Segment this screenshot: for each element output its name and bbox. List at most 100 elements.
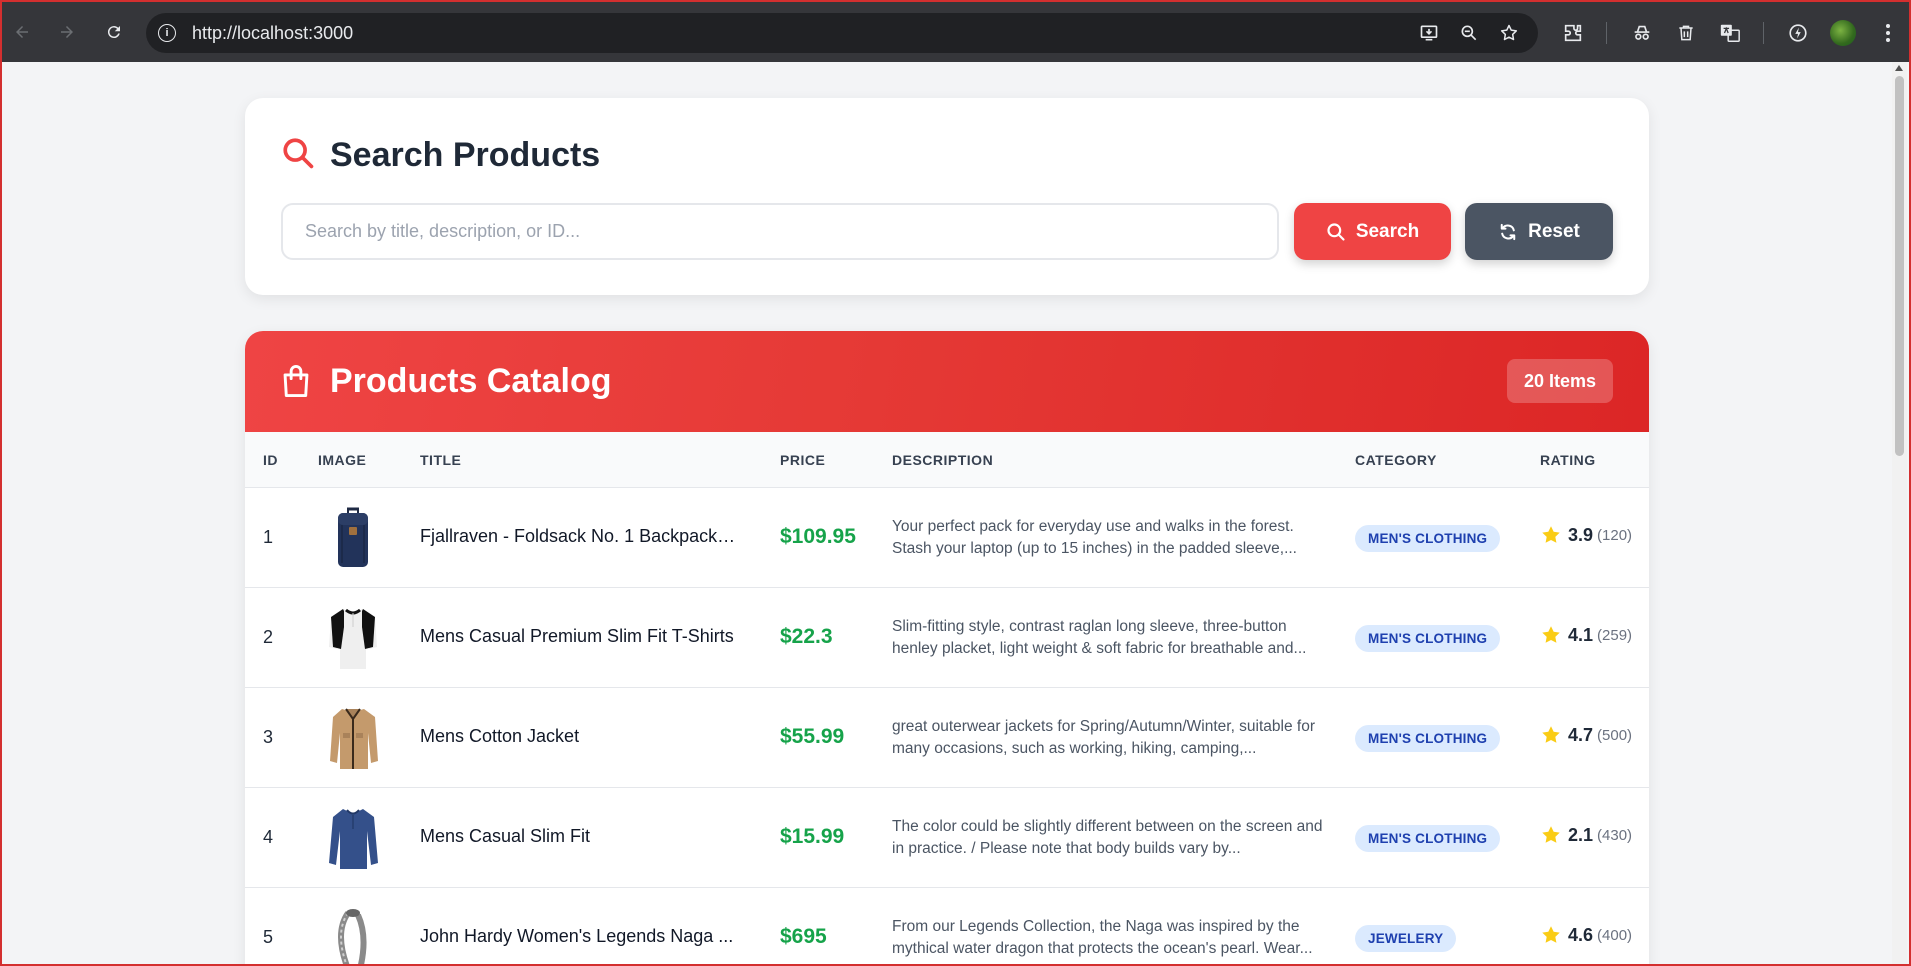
scroll-up-arrow[interactable]: [1895, 65, 1903, 71]
product-price: $695: [780, 925, 827, 948]
star-icon: [1542, 626, 1560, 643]
catalog-header: Products Catalog 20 Items: [245, 331, 1649, 432]
product-id: 1: [263, 527, 274, 547]
bracelet-image: [338, 909, 367, 964]
product-image[interactable]: [318, 603, 388, 673]
star-icon: [1542, 526, 1560, 543]
shopping-bag-icon: [283, 365, 309, 398]
product-title[interactable]: Fjallraven - Foldsack No. 1 Backpack, ..…: [420, 526, 740, 547]
table-row[interactable]: 4 Mens Casual Slim Fit $15.99 The color …: [245, 788, 1649, 888]
product-description: From our Legends Collection, the Naga wa…: [892, 918, 1313, 957]
browser-toolbar: i http://localhost:3000: [2, 0, 1909, 62]
product-title[interactable]: Mens Casual Slim Fit: [420, 826, 740, 847]
table-header: ID IMAGE TITLE PRICE DESCRIPTION CATEGOR…: [245, 432, 1649, 488]
incognito-icon[interactable]: [1630, 21, 1654, 45]
reset-button[interactable]: Reset: [1465, 203, 1613, 260]
product-id: 4: [263, 827, 274, 847]
search-icon: [283, 138, 314, 169]
search-button-label: Search: [1355, 220, 1420, 242]
url-text[interactable]: http://localhost:3000: [192, 23, 353, 44]
address-bar[interactable]: i http://localhost:3000: [146, 13, 1538, 53]
category-badge: MEN'S CLOTHING: [1355, 725, 1501, 752]
slim-fit-shirt-image: [329, 809, 378, 869]
page-scrollbar[interactable]: [1892, 62, 1907, 964]
product-rating: 3.9 (120): [1540, 524, 1632, 546]
product-price: $15.99: [780, 825, 845, 848]
product-description: The color could be slightly different be…: [892, 818, 1323, 857]
star-icon: [1542, 726, 1560, 743]
toolbar-divider: [1606, 22, 1607, 44]
bookmark-star-icon[interactable]: [1498, 22, 1520, 44]
trash-icon[interactable]: [1674, 21, 1698, 45]
product-image[interactable]: [318, 503, 388, 573]
scrollbar-thumb[interactable]: [1895, 76, 1904, 456]
reload-button[interactable]: [102, 20, 126, 44]
table-row[interactable]: 1 Fjallraven - Foldsack No. 1 Backpack, …: [245, 488, 1649, 588]
category-badge: MEN'S CLOTHING: [1355, 825, 1501, 852]
rating-value: 2.1: [1568, 824, 1594, 845]
product-description: Slim-fitting style, contrast raglan long…: [892, 618, 1307, 657]
product-id: 3: [263, 727, 274, 747]
product-price: $22.3: [780, 625, 833, 648]
product-title[interactable]: Mens Cotton Jacket: [420, 726, 740, 747]
product-rating: 4.7 (500): [1540, 724, 1632, 746]
reset-button-label: Reset: [1528, 220, 1580, 242]
arrow-left-icon: [16, 26, 28, 38]
table-row[interactable]: 3 Mens Cotton Jacket $55.99 great outerw…: [245, 688, 1649, 788]
column-header-title[interactable]: TITLE: [420, 452, 461, 468]
column-header-category[interactable]: CATEGORY: [1355, 452, 1437, 468]
search-input[interactable]: [281, 203, 1279, 260]
forward-button[interactable]: [55, 20, 79, 44]
product-rating: 2.1 (430): [1540, 824, 1632, 846]
category-badge: MEN'S CLOTHING: [1355, 625, 1501, 652]
column-header-id[interactable]: ID: [263, 452, 278, 468]
more-menu-icon[interactable]: [1876, 21, 1900, 45]
browser-window: i http://localhost:3000 Search Products …: [0, 0, 1911, 966]
product-description: Your perfect pack for everyday use and w…: [892, 518, 1297, 557]
rating-count: (430): [1597, 826, 1633, 844]
rating-value: 4.1: [1568, 624, 1594, 645]
product-price: $109.95: [780, 525, 856, 548]
back-button[interactable]: [10, 20, 34, 44]
tshirt-image: [329, 608, 377, 669]
column-header-image: IMAGE: [318, 452, 367, 468]
page-content: Search Products Search Reset: [2, 62, 1896, 964]
extensions-icon[interactable]: [1561, 21, 1585, 45]
zoom-icon[interactable]: [1458, 22, 1480, 44]
product-id: 5: [263, 927, 274, 947]
product-image[interactable]: [318, 903, 388, 964]
translate-icon[interactable]: [1718, 21, 1742, 45]
reload-icon: [107, 26, 120, 39]
table-row[interactable]: 2 Mens Casual Premium Slim Fit T-Shirts …: [245, 588, 1649, 688]
rating-value: 4.7: [1568, 724, 1594, 745]
catalog-title: Products Catalog: [330, 362, 612, 400]
rating-value: 3.9: [1568, 524, 1594, 545]
product-price: $55.99: [780, 725, 845, 748]
install-app-icon[interactable]: [1418, 22, 1440, 44]
product-title[interactable]: Mens Casual Premium Slim Fit T-Shirts: [420, 626, 740, 647]
table-row[interactable]: 5 John Hardy Women's Legends Naga ... $6…: [245, 888, 1649, 964]
search-panel: Search Products Search Reset: [245, 98, 1649, 295]
product-title[interactable]: John Hardy Women's Legends Naga ...: [420, 926, 740, 947]
performance-icon[interactable]: [1786, 21, 1810, 45]
column-header-description: DESCRIPTION: [892, 452, 994, 468]
star-icon: [1542, 926, 1560, 943]
profile-avatar[interactable]: [1830, 20, 1856, 46]
rating-count: (500): [1597, 726, 1633, 744]
product-rating: 4.1 (259): [1540, 624, 1632, 646]
rating-count: (400): [1597, 926, 1633, 944]
jacket-image: [330, 708, 378, 769]
rating-count: (259): [1597, 626, 1633, 644]
column-header-price[interactable]: PRICE: [780, 452, 825, 468]
backpack-image: [338, 507, 368, 567]
product-description: great outerwear jackets for Spring/Autum…: [892, 718, 1316, 757]
rating-value: 4.6: [1568, 924, 1594, 945]
column-header-rating[interactable]: RATING: [1540, 452, 1596, 468]
product-image[interactable]: [318, 703, 388, 773]
product-image[interactable]: [318, 803, 388, 873]
site-info-icon[interactable]: i: [158, 24, 176, 42]
category-badge: MEN'S CLOTHING: [1355, 525, 1501, 552]
search-button[interactable]: Search: [1294, 203, 1451, 260]
search-title: Search Products: [330, 136, 601, 174]
product-rating: 4.6 (400): [1540, 924, 1632, 946]
